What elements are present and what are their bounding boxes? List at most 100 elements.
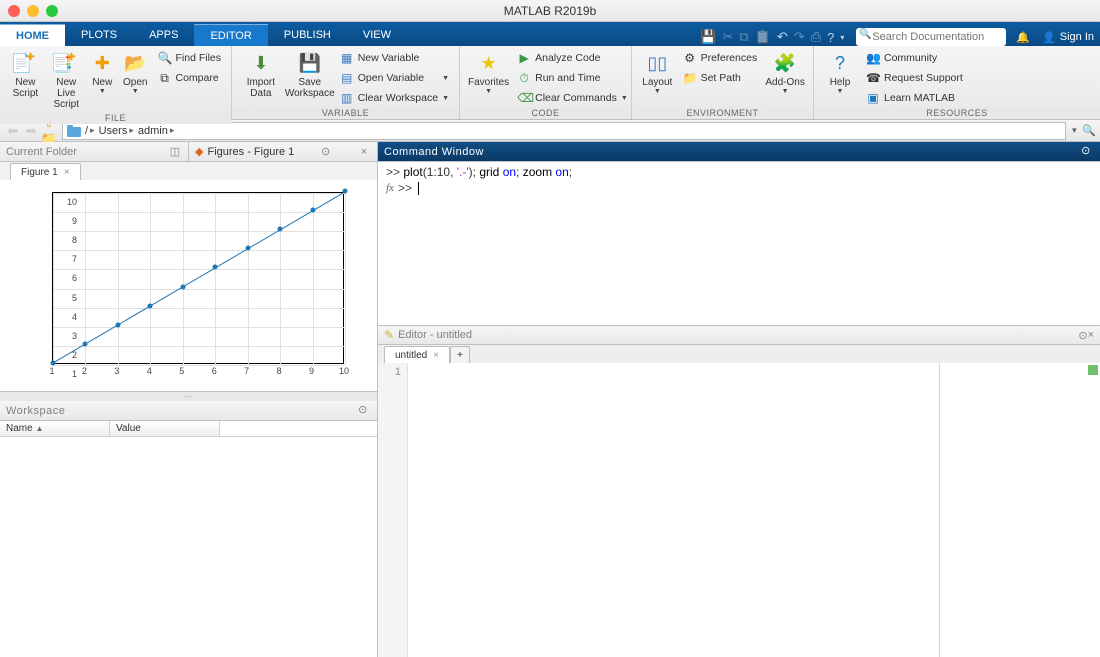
tab-apps[interactable]: APPS [133,24,194,46]
sign-in-button[interactable]: 👤 Sign In [1042,31,1094,44]
find-files-icon: 🔍 [157,51,171,65]
panel-drag-handle[interactable]: ⋯ [0,392,377,401]
save-workspace-icon: 💾 [298,51,322,75]
open-button[interactable]: 📂 Open ▼ [119,49,152,97]
clock-icon: ⏱ [517,71,531,86]
close-window-button[interactable] [8,5,20,17]
new-variable-button[interactable]: ▦ New Variable [336,49,453,67]
run-and-time-button[interactable]: ⏱ Run and Time [513,69,632,87]
current-folder-panel-title[interactable]: Current Folder ◫ [0,142,188,161]
minimize-window-button[interactable] [27,5,39,17]
compare-icon: ⧉ [157,71,171,86]
close-panel-icon[interactable]: × [1088,329,1094,341]
breadcrumb-users[interactable]: Users [99,125,128,137]
grid-blue-icon: ▦ [340,51,354,65]
editor-panel-title[interactable]: ✎ Editor - untitled ⊙ × [378,325,1100,345]
new-script-button[interactable]: 📄✚ New Script [6,49,45,101]
close-panel-icon[interactable]: × [357,146,371,158]
tab-view[interactable]: VIEW [347,24,407,46]
help-button[interactable]: ? Help ▼ [820,49,860,97]
plus-icon: + [457,350,463,361]
matlab-logo-icon: ◆ [195,145,203,158]
layout-button[interactable]: ▯▯ Layout ▼ [638,49,677,97]
close-tab-icon[interactable]: × [433,350,439,361]
workspace-column-name[interactable]: Name ▲ [0,421,110,436]
clear-workspace-button[interactable]: ▥ Clear Workspace ▼ [336,89,453,107]
print-icon[interactable]: ⎙ [811,29,821,45]
browse-folder-icon[interactable]: 🔍 [1082,124,1096,137]
fx-icon[interactable]: fx [386,180,394,196]
editor-gutter: 1 [378,363,408,657]
chevron-down-icon: ▼ [654,88,661,95]
quick-access-toolbar: 💾 ✂ ⧉ 📋 ↶ ↷ ⎙ ? ▾ [700,29,844,45]
command-window-title[interactable]: Command Window ⊙ [378,142,1100,162]
chevron-down-icon: ▼ [782,88,789,95]
quick-menu-icon[interactable]: ▾ [840,33,844,42]
help-icon[interactable]: ? [827,30,834,45]
workspace-panel: Name ▲ Value [0,421,377,657]
learn-matlab-button[interactable]: ▣ Learn MATLAB [862,89,967,107]
ribbon-tabstrip: HOME PLOTS APPS EDITOR PUBLISH VIEW 💾 ✂ … [0,22,1100,46]
breadcrumb-admin[interactable]: admin [138,125,168,137]
set-path-button[interactable]: 📁 Set Path [679,69,762,87]
learn-icon: ▣ [866,91,880,105]
preferences-button[interactable]: ⚙ Preferences [679,49,762,67]
figures-panel-title[interactable]: ◆ Figures - Figure 1 ⊙ × [188,142,377,161]
save-icon[interactable]: 💾 [700,29,716,45]
community-button[interactable]: 👥 Community [862,49,967,67]
minimize-panel-icon[interactable]: ⊙ [355,403,371,419]
search-documentation-input[interactable] [856,28,1006,46]
breadcrumb-root[interactable]: / [85,125,88,137]
new-script-icon: 📄✚ [13,51,37,75]
request-support-button[interactable]: ☎ Request Support [862,69,967,87]
analyze-code-button[interactable]: ▶ Analyze Code [513,49,632,67]
editor-tab-untitled[interactable]: untitled × [384,346,450,363]
workspace-column-value[interactable]: Value [110,421,220,436]
minimize-panel-icon[interactable]: ⊙ [319,145,333,158]
tab-plots[interactable]: PLOTS [65,24,133,46]
path-dropdown-icon[interactable]: ▼ [1070,126,1078,135]
back-icon[interactable]: ⬅ [4,123,22,139]
tab-publish[interactable]: PUBLISH [268,24,347,46]
import-data-button[interactable]: ⬇ Import Data [238,49,284,101]
clear-commands-icon: ⌫ [517,91,531,105]
compare-button[interactable]: ⧉ Compare [153,69,225,87]
save-workspace-button[interactable]: 💾 Save Workspace [286,49,334,101]
import-data-icon: ⬇ [249,51,273,75]
minimize-panel-icon[interactable]: ⊙ [1078,329,1087,342]
figure-tab[interactable]: Figure 1 × [10,163,81,180]
chevron-down-icon: ▼ [132,88,139,95]
redo-icon[interactable]: ↷ [794,29,805,45]
copy-icon[interactable]: ⧉ [739,29,748,45]
paste-icon[interactable]: 📋 [755,29,771,45]
editor-text-area[interactable] [408,363,940,657]
workspace-body[interactable] [0,437,377,657]
user-icon: 👤 [1042,31,1056,44]
undo-icon[interactable]: ↶ [777,29,788,45]
command-window[interactable]: >> plot(1:10, '.-'); grid on; zoom on; f… [378,162,1100,325]
minimize-panel-icon[interactable]: ⊙ [1078,144,1094,160]
clear-workspace-icon: ▥ [340,91,354,105]
forward-icon[interactable]: ➡ [22,123,40,139]
cut-icon[interactable]: ✂ [722,29,733,45]
open-variable-button[interactable]: ▤ Open Variable ▼ [336,69,453,87]
new-live-script-button[interactable]: 📑✚ New Live Script [47,49,86,112]
gear-icon: ⚙ [683,51,697,65]
zoom-window-button[interactable] [46,5,58,17]
editor-body[interactable]: 1 [378,363,1100,657]
current-folder-path[interactable]: /▸ Users▸ admin▸ [62,122,1066,140]
favorites-button[interactable]: ★ Favorites ▼ [466,49,511,97]
workspace-panel-title[interactable]: Workspace ⊙ [0,401,377,421]
tab-home[interactable]: HOME [0,24,65,46]
group-label-environment: ENVIRONMENT [632,107,813,119]
editor-message-bar[interactable] [940,363,1100,657]
close-tab-icon[interactable]: × [64,167,70,178]
new-button[interactable]: ✚ New ▼ [88,49,117,97]
notifications-icon[interactable]: 🔔 [1016,31,1030,44]
find-files-button[interactable]: 🔍 Find Files [153,49,225,67]
tab-editor[interactable]: EDITOR [194,24,267,46]
clear-commands-button[interactable]: ⌫ Clear Commands ▼ [513,89,632,107]
restore-panel-icon[interactable]: ◫ [168,145,182,158]
addons-button[interactable]: 🧩 Add-Ons ▼ [763,49,807,97]
new-editor-tab-button[interactable]: + [450,346,470,363]
